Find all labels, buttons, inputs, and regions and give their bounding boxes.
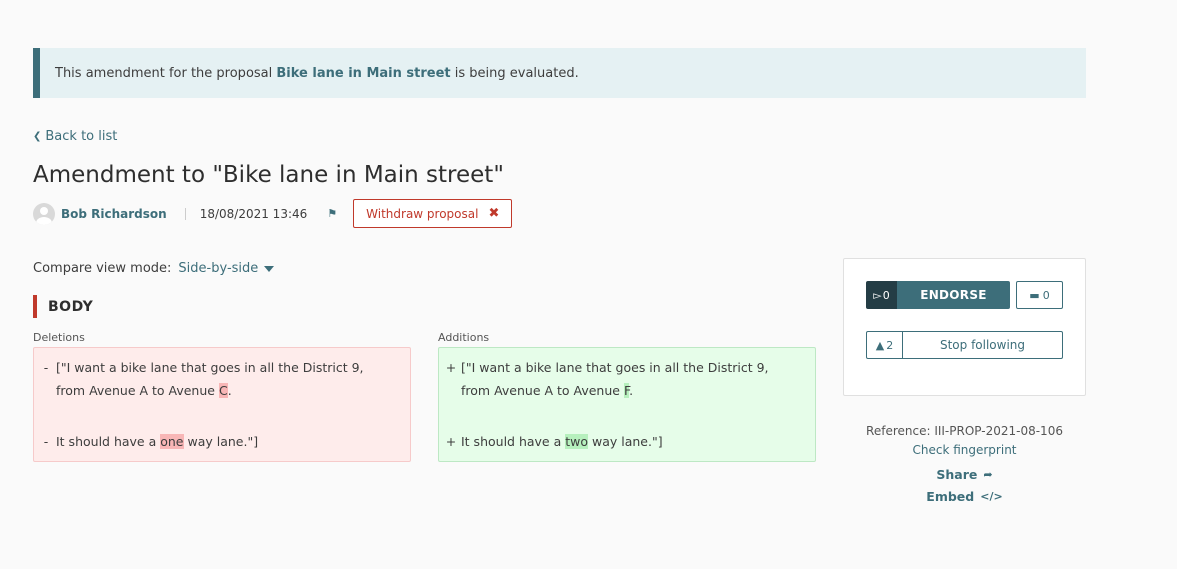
comments-count-button[interactable]: ▬ 0	[1016, 281, 1063, 309]
withdraw-proposal-button[interactable]: Withdraw proposal ✖	[353, 199, 513, 228]
publish-date: 18/08/2021 13:46	[199, 206, 308, 221]
additions-panel: + ["I want a bike lane that goes in all …	[438, 347, 816, 462]
comment-icon: ▬	[1029, 288, 1040, 302]
author-name[interactable]: Bob Richardson	[61, 207, 167, 221]
addition-sign: +	[445, 360, 457, 375]
page-title: Amendment to "Bike lane in Main street"	[33, 162, 504, 188]
back-to-list-link[interactable]: ❮ Back to list	[33, 129, 117, 144]
compare-label: Compare view mode:	[33, 261, 172, 276]
followers-count[interactable]: ▲ 2	[867, 332, 903, 358]
proposal-meta: Bob Richardson 18/08/2021 13:46 ⚑ Withdr…	[33, 199, 513, 228]
avatar	[33, 202, 55, 225]
deletion-text: ["I want a bike lane that goes in all th…	[56, 360, 364, 398]
addition-text: ["I want a bike lane that goes in all th…	[461, 360, 769, 398]
deletions-panel: - ["I want a bike lane that goes in all …	[33, 347, 411, 462]
deleted-highlight: C	[218, 383, 228, 398]
section-title-body: BODY	[33, 295, 93, 318]
deleted-highlight: one	[160, 434, 184, 449]
withdraw-label: Withdraw proposal	[366, 206, 479, 221]
additions-label: Additions	[438, 331, 490, 344]
deletions-label: Deletions	[33, 331, 85, 344]
callout-suffix: is being evaluated.	[454, 65, 579, 81]
share-label: Share	[936, 466, 978, 482]
evaluation-callout: This amendment for the proposal Bike lan…	[33, 48, 1086, 98]
endorse-button[interactable]: ENDORSE	[897, 281, 1010, 309]
deletion-line: - It should have a one way lane."]	[34, 430, 410, 453]
follow-button-group[interactable]: ▲ 2 Stop following	[866, 331, 1063, 359]
flag-icon[interactable]: ⚑	[327, 207, 337, 220]
deletion-line: - ["I want a bike lane that goes in all …	[34, 356, 410, 402]
addition-sign: +	[445, 434, 457, 449]
compare-selected-value: Side-by-side	[178, 261, 259, 276]
endorse-button-group[interactable]: ▻ 0 ENDORSE	[866, 281, 1010, 309]
proposal-link[interactable]: Bike lane in Main street	[276, 66, 450, 81]
endorse-count[interactable]: ▻ 0	[866, 281, 897, 309]
caret-down-icon	[264, 265, 275, 272]
compare-mode-select[interactable]: Side-by-side	[178, 261, 275, 276]
addition-line: + It should have a two way lane."]	[439, 430, 815, 453]
bell-icon: ▲	[875, 338, 885, 352]
megaphone-icon: ▻	[873, 288, 882, 302]
addition-line: + ["I want a bike lane that goes in all …	[439, 356, 815, 402]
endorsement-card: ▻ 0 ENDORSE ▬ 0 ▲ 2 Stop following	[843, 258, 1086, 396]
chevron-left-icon: ❮	[33, 131, 42, 142]
stop-following-button[interactable]: Stop following	[903, 332, 1062, 358]
share-button[interactable]: Share ➦	[843, 463, 1086, 485]
close-icon: ✖	[488, 206, 500, 221]
added-highlight: two	[565, 434, 589, 449]
deletion-sign: -	[43, 360, 49, 375]
check-fingerprint-link[interactable]: Check fingerprint	[843, 443, 1086, 463]
compare-view-mode: Compare view mode: Side-by-side	[33, 261, 275, 276]
addition-text: It should have a two way lane."]	[461, 434, 663, 449]
share-icon: ➦	[983, 467, 993, 481]
back-to-list-label: Back to list	[45, 129, 118, 144]
code-icon: </>	[980, 489, 1003, 503]
embed-button[interactable]: Embed </>	[843, 485, 1086, 507]
callout-prefix: This amendment for the proposal	[55, 65, 273, 81]
deletion-sign: -	[43, 434, 49, 449]
meta-divider	[184, 207, 186, 220]
reference-block: Reference: III-PROP-2021-08-106 Check fi…	[843, 424, 1086, 507]
reference-text: Reference: III-PROP-2021-08-106	[866, 424, 1063, 438]
deletion-text: It should have a one way lane."]	[56, 434, 259, 449]
embed-label: Embed	[926, 488, 975, 504]
